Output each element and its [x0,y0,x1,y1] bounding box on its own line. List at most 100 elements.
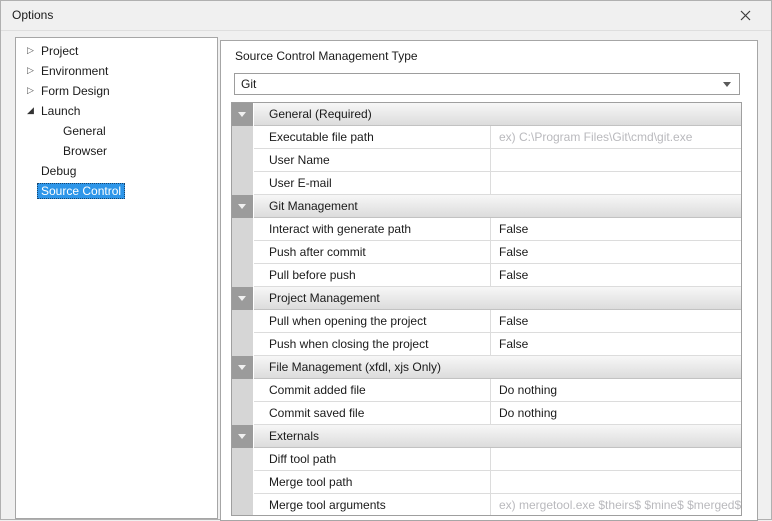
property-name: User E-mail [254,172,490,195]
row-indicator[interactable] [232,287,254,310]
tree-item-label[interactable]: Source Control [37,183,125,199]
row-indicator [232,494,254,516]
expander-expanded-icon[interactable]: ◢ [24,101,37,121]
category-label: Externals [254,425,741,448]
row-indicator [232,172,254,195]
grid-category-row-general-required[interactable]: General (Required) [232,103,741,126]
grid-row-push-when-closing-the-project[interactable]: Push when closing the projectFalse [232,333,741,356]
expander-collapsed-icon[interactable]: ▷ [24,81,37,101]
row-indicator [232,310,254,333]
row-indicator [232,264,254,287]
grid-row-interact-with-generate-path[interactable]: Interact with generate pathFalse [232,218,741,241]
grid-row-pull-before-push[interactable]: Pull before pushFalse [232,264,741,287]
grid-row-merge-tool-path[interactable]: Merge tool path [232,471,741,494]
scm-type-dropdown[interactable]: Git [234,73,740,95]
expander-collapsed-icon[interactable]: ▷ [24,61,37,81]
collapse-arrow-icon[interactable] [238,434,246,439]
collapse-arrow-icon[interactable] [238,296,246,301]
window-title: Options [12,8,53,22]
tree-item-project[interactable]: ▷Project [16,41,217,61]
row-indicator[interactable] [232,356,254,379]
property-value[interactable]: Do nothing [490,402,741,425]
tree-item-general[interactable]: General [16,121,217,141]
property-value[interactable]: False [490,241,741,264]
tree-item-environment[interactable]: ▷Environment [16,61,217,81]
property-name: Commit added file [254,379,490,402]
property-name: Commit saved file [254,402,490,425]
property-value[interactable] [490,149,741,172]
source-control-page: Source Control Management Type Git Gener… [220,40,758,521]
property-name: Interact with generate path [254,218,490,241]
chevron-down-icon[interactable] [723,82,731,87]
grid-category-row-project-management[interactable]: Project Management [232,287,741,310]
close-button[interactable] [725,1,765,30]
property-value[interactable]: ex) C:\Program Files\Git\cmd\git.exe [490,126,741,149]
close-icon [740,10,751,21]
collapse-arrow-icon[interactable] [238,365,246,370]
row-indicator[interactable] [232,425,254,448]
grid-category-row-externals[interactable]: Externals [232,425,741,448]
property-value[interactable]: Do nothing [490,379,741,402]
grid-category-row-git-management[interactable]: Git Management [232,195,741,218]
property-name: Push after commit [254,241,490,264]
grid-row-push-after-commit[interactable]: Push after commitFalse [232,241,741,264]
property-value[interactable]: False [490,310,741,333]
options-dialog: { "window": { "title": "Options", "close… [0,0,772,520]
property-name: Pull when opening the project [254,310,490,333]
tree-item-source-control[interactable]: Source Control [16,181,217,201]
row-indicator [232,126,254,149]
property-name: Executable file path [254,126,490,149]
property-value[interactable]: False [490,218,741,241]
property-name: Merge tool arguments [254,494,490,516]
tree-item-launch[interactable]: ◢Launch [16,101,217,121]
grid-row-commit-added-file[interactable]: Commit added fileDo nothing [232,379,741,402]
property-value[interactable]: ex) mergetool.exe $theirs$ $mine$ $merge… [490,494,741,516]
category-label: General (Required) [254,103,741,126]
property-value[interactable] [490,172,741,195]
row-indicator [232,379,254,402]
row-indicator [232,471,254,494]
property-grid: General (Required)Executable file pathex… [231,102,742,516]
collapse-arrow-icon[interactable] [238,112,246,117]
grid-row-diff-tool-path[interactable]: Diff tool path [232,448,741,471]
property-name: Diff tool path [254,448,490,471]
row-indicator [232,241,254,264]
tree-item-label[interactable]: Browser [59,143,111,159]
tree-item-label[interactable]: Environment [37,63,112,79]
scm-type-label: Source Control Management Type [235,49,418,63]
category-label: File Management (xfdl, xjs Only) [254,356,741,379]
scm-type-selected-value: Git [241,77,256,91]
tree-item-form-design[interactable]: ▷Form Design [16,81,217,101]
grid-row-executable-file-path[interactable]: Executable file pathex) C:\Program Files… [232,126,741,149]
options-tree: ▷Project▷Environment▷Form Design◢LaunchG… [15,37,218,519]
property-value[interactable]: False [490,333,741,356]
grid-row-user-e-mail[interactable]: User E-mail [232,172,741,195]
tree-item-debug[interactable]: Debug [16,161,217,181]
tree-item-label[interactable]: Debug [37,163,80,179]
title-bar: Options [1,1,771,31]
property-name: Merge tool path [254,471,490,494]
tree-item-label[interactable]: Project [37,43,82,59]
expander-collapsed-icon[interactable]: ▷ [24,41,37,61]
property-value[interactable]: False [490,264,741,287]
row-indicator [232,333,254,356]
property-value[interactable] [490,448,741,471]
category-label: Git Management [254,195,741,218]
tree-item-label[interactable]: Launch [37,103,84,119]
collapse-arrow-icon[interactable] [238,204,246,209]
grid-row-pull-when-opening-the-project[interactable]: Pull when opening the projectFalse [232,310,741,333]
grid-row-commit-saved-file[interactable]: Commit saved fileDo nothing [232,402,741,425]
row-indicator[interactable] [232,195,254,218]
grid-row-user-name[interactable]: User Name [232,149,741,172]
row-indicator[interactable] [232,103,254,126]
row-indicator [232,448,254,471]
property-value[interactable] [490,471,741,494]
grid-row-merge-tool-arguments[interactable]: Merge tool argumentsex) mergetool.exe $t… [232,494,741,516]
row-indicator [232,149,254,172]
tree-item-browser[interactable]: Browser [16,141,217,161]
category-label: Project Management [254,287,741,310]
tree-item-label[interactable]: General [59,123,110,139]
property-name: Pull before push [254,264,490,287]
grid-category-row-file-management-xfdl-xjs-only[interactable]: File Management (xfdl, xjs Only) [232,356,741,379]
tree-item-label[interactable]: Form Design [37,83,114,99]
